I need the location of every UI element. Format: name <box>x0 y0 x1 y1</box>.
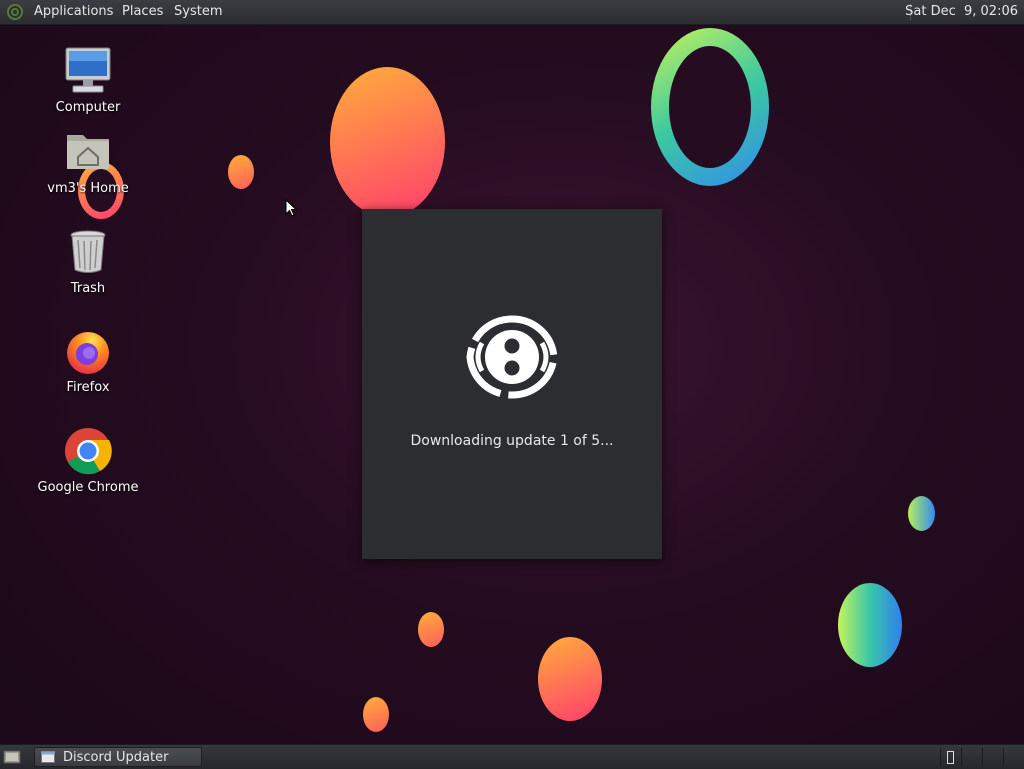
desktop-icon-computer[interactable]: Computer <box>33 46 143 115</box>
chrome-icon <box>65 428 112 475</box>
workspace-4[interactable] <box>1003 748 1024 766</box>
desktop-icon-label: Computer <box>55 100 121 115</box>
wallpaper-bubble <box>538 637 602 721</box>
discord-updater-window: Downloading update 1 of 5... <box>362 209 662 559</box>
desktop-icon-label: Firefox <box>66 380 110 395</box>
bottom-panel: Discord Updater <box>0 744 1024 769</box>
desktop-icon-label: Google Chrome <box>37 480 139 495</box>
home-folder-icon <box>67 135 109 169</box>
wallpaper-bubble <box>838 583 902 667</box>
discord-logo-icon <box>466 315 558 399</box>
taskbar-item-discord-updater[interactable]: Discord Updater <box>34 747 202 767</box>
update-status-text: Downloading update 1 of 5... <box>410 433 614 449</box>
wallpaper-bubble <box>418 612 444 647</box>
trash-icon <box>70 230 106 273</box>
desktop-icon-trash[interactable]: Trash <box>33 227 143 296</box>
clock[interactable]: Sat Dec 9, 02:06 <box>905 4 1018 19</box>
show-desktop-icon[interactable] <box>3 748 21 766</box>
workspace-switcher[interactable] <box>940 748 1024 766</box>
wallpaper-bubble <box>228 155 254 189</box>
applications-menu[interactable]: Applications <box>34 4 113 19</box>
mate-logo-icon[interactable] <box>6 3 24 21</box>
desktop-icon-firefox[interactable]: Firefox <box>33 326 143 395</box>
wallpaper-bubble <box>330 67 445 217</box>
desktop-icon-chrome[interactable]: Google Chrome <box>33 426 143 495</box>
places-menu[interactable]: Places <box>122 4 163 19</box>
wallpaper-bubble <box>908 496 935 531</box>
desktop-icon-label: vm3's Home <box>47 181 129 196</box>
mouse-cursor-icon <box>285 199 297 217</box>
desktop-icon-home[interactable]: vm3's Home <box>33 127 143 196</box>
system-menu[interactable]: System <box>174 4 222 19</box>
taskbar-item-label: Discord Updater <box>63 750 169 765</box>
desktop-icon-label: Trash <box>70 281 106 296</box>
top-panel: Applications Places System Sat Dec 9, 02… <box>0 0 1024 25</box>
computer-icon <box>65 47 111 93</box>
firefox-icon <box>67 332 109 374</box>
wallpaper-ring <box>651 28 769 186</box>
window-icon <box>41 751 55 763</box>
workspace-1[interactable] <box>940 748 961 766</box>
workspace-2[interactable] <box>961 748 982 766</box>
wallpaper-bubble <box>363 697 389 732</box>
workspace-3[interactable] <box>982 748 1003 766</box>
